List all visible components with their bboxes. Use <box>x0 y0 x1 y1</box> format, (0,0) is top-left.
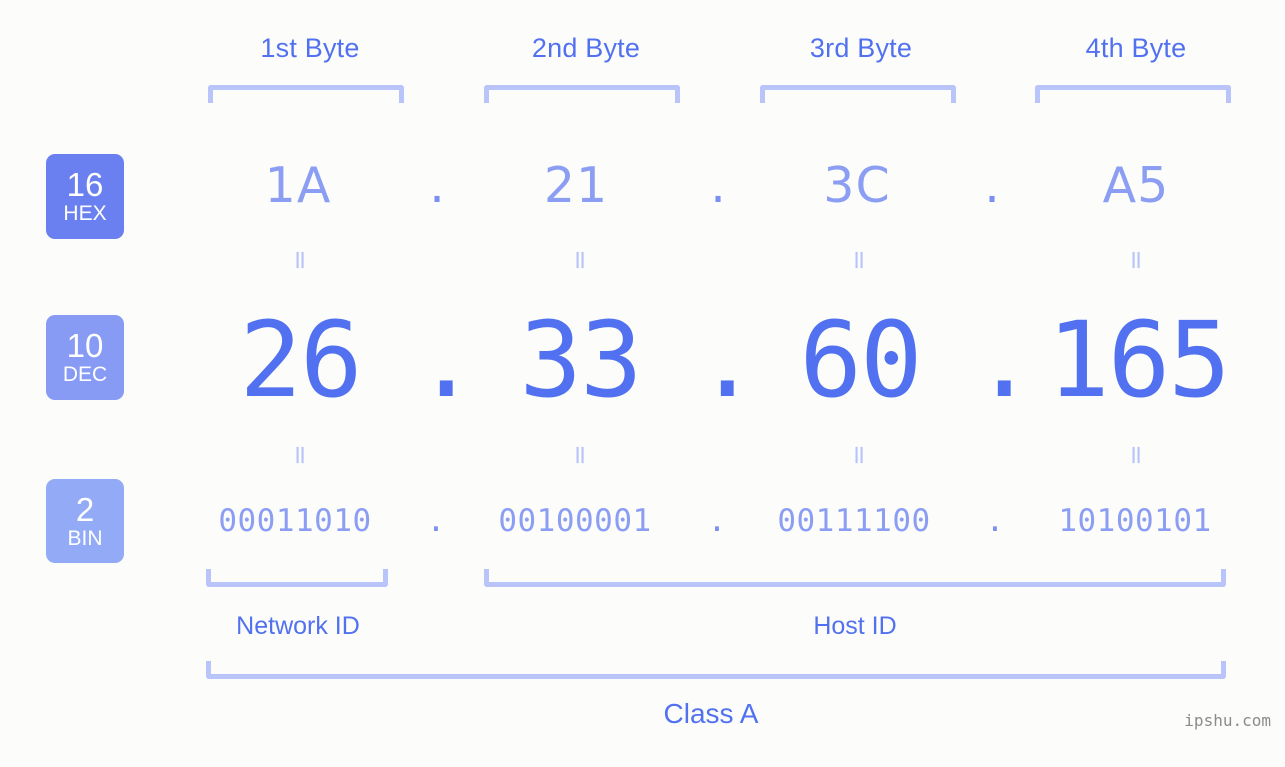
equals-icon-dec-bin-4: = <box>1121 444 1151 466</box>
hex-separator-3: . <box>984 157 1000 214</box>
bin-separator-2: . <box>707 503 727 539</box>
hex-octet-2: 21 <box>543 157 609 214</box>
network-id-label: Network ID <box>236 612 360 640</box>
bin-separator-1: . <box>426 503 446 539</box>
dec-separator-1: . <box>415 299 478 421</box>
base-badge-bin: 2 BIN <box>46 479 124 563</box>
dec-separator-2: . <box>696 299 759 421</box>
byte-bracket-1 <box>208 85 404 103</box>
byte-label-4: 4th Byte <box>1085 33 1187 63</box>
class-label: Class A <box>663 698 759 729</box>
base-badge-bin-name: BIN <box>67 526 103 550</box>
bin-octet-3: 00111100 <box>777 503 931 539</box>
bin-octet-2: 00100001 <box>498 503 652 539</box>
base-badge-dec: 10 DEC <box>46 315 124 400</box>
byte-label-2: 2nd Byte <box>531 33 641 63</box>
hex-octet-4: A5 <box>1102 157 1170 214</box>
equals-icon-dec-bin-3: = <box>844 444 874 466</box>
base-badge-hex: 16 HEX <box>46 154 124 239</box>
ip-address-breakdown-diagram: 1st Byte 2nd Byte 3rd Byte 4th Byte 16 H… <box>0 0 1285 767</box>
hex-octet-3: 3C <box>823 157 891 214</box>
equals-icon-dec-bin-2: = <box>565 444 595 466</box>
byte-bracket-4 <box>1035 85 1231 103</box>
network-id-bracket <box>206 569 388 587</box>
hex-octet-1: 1A <box>264 157 332 214</box>
base-badge-bin-number: 2 <box>75 490 95 528</box>
base-badge-hex-name: HEX <box>63 202 107 225</box>
hex-separator-1: . <box>429 157 445 214</box>
equals-icon-hex-dec-1: = <box>285 249 315 271</box>
site-watermark: ipshu.com <box>1184 711 1271 730</box>
bin-separator-3: . <box>985 503 1005 539</box>
equals-icon-hex-dec-2: = <box>565 249 595 271</box>
byte-bracket-3 <box>760 85 956 103</box>
hex-separator-2: . <box>710 157 726 214</box>
host-id-bracket <box>484 569 1226 587</box>
dec-octet-3: 60 <box>799 299 922 421</box>
bin-octet-1: 00011010 <box>218 503 372 539</box>
byte-label-1: 1st Byte <box>260 33 360 63</box>
host-id-label: Host ID <box>813 612 897 640</box>
equals-icon-hex-dec-3: = <box>844 249 874 271</box>
dec-octet-4: 165 <box>1047 299 1231 421</box>
class-bracket <box>206 661 1226 679</box>
dec-octet-2: 33 <box>519 299 642 421</box>
equals-icon-hex-dec-4: = <box>1121 249 1151 271</box>
byte-bracket-2 <box>484 85 680 103</box>
dec-separator-3: . <box>973 299 1036 421</box>
equals-icon-dec-bin-1: = <box>285 444 315 466</box>
dec-octet-1: 26 <box>239 299 362 421</box>
base-badge-dec-number: 10 <box>66 327 104 364</box>
bin-octet-4: 10100101 <box>1058 503 1212 539</box>
base-badge-hex-number: 16 <box>66 166 104 203</box>
base-badge-dec-name: DEC <box>62 363 108 386</box>
byte-label-3: 3rd Byte <box>809 33 913 63</box>
